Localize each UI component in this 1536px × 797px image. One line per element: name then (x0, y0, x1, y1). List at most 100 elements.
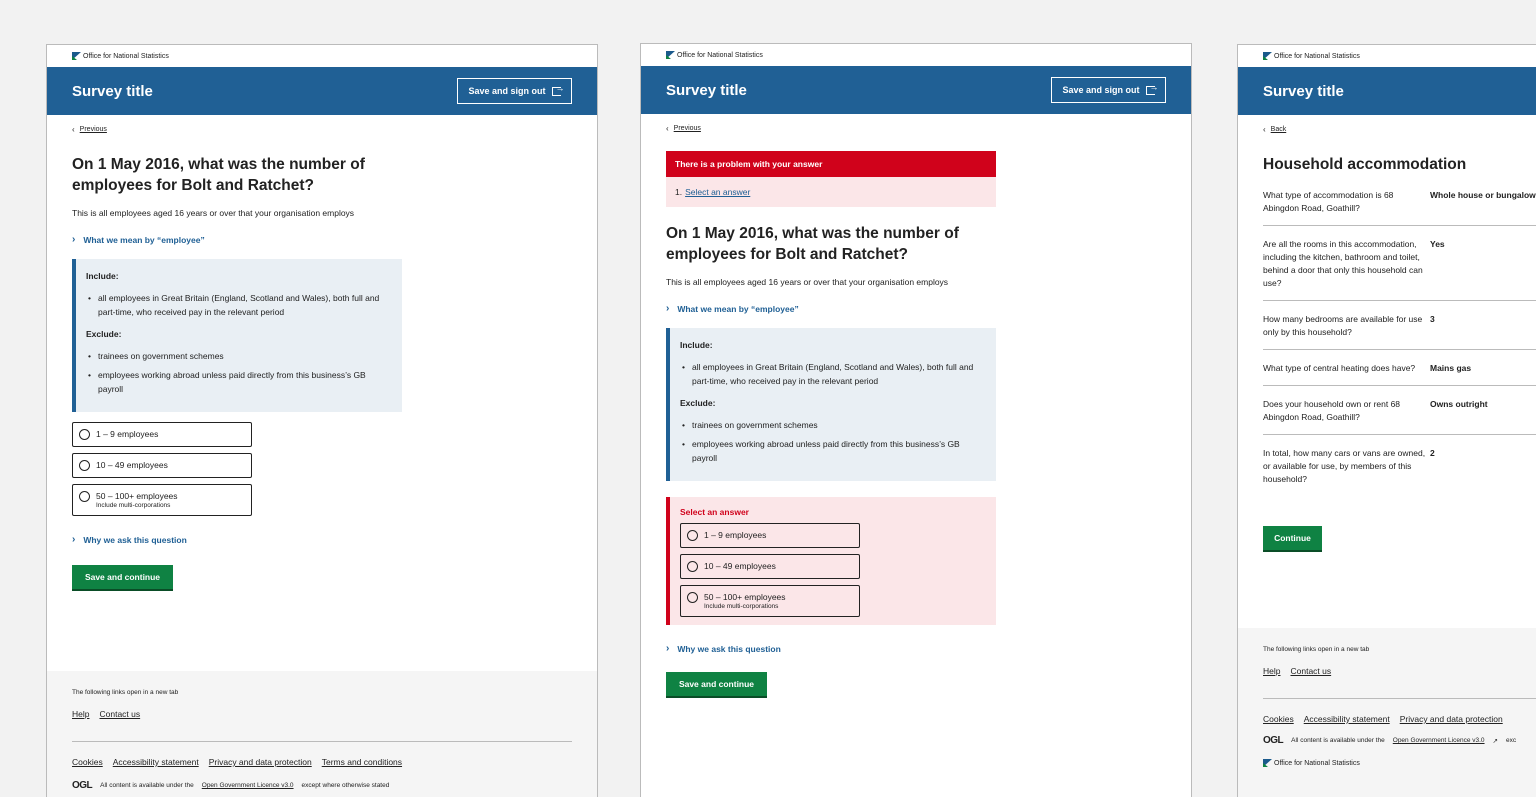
back-label: Back (1270, 126, 1287, 133)
summary-row: What type of accommodation is 68 Abingdo… (1263, 189, 1536, 226)
list-item: employees working abroad unless paid dir… (86, 368, 392, 396)
why-we-ask-label: Why we ask this question (677, 643, 781, 654)
list-item: trainees on government schemes (680, 418, 986, 432)
exit-icon (551, 83, 565, 96)
summary-answer: 2 (1430, 448, 1435, 458)
page-summary: Office for National Statistics Survey ti… (1237, 44, 1536, 797)
summary-row: Are all the rooms in this accommodation,… (1263, 238, 1536, 301)
ons-logo-icon (666, 51, 675, 59)
radio-option-50-100[interactable]: 50 – 100+ employees Include multi-corpor… (680, 585, 860, 617)
list-item: all employees in Great Britain (England,… (86, 291, 392, 319)
licence-link[interactable]: Open Government Licence v3.0 (1393, 737, 1485, 744)
radio-circle[interactable] (687, 561, 698, 572)
why-we-ask-toggle[interactable]: › Why we ask this question (72, 534, 572, 545)
save-and-sign-out-button[interactable]: Save and sign out (457, 78, 572, 104)
include-list: all employees in Great Britain (England,… (86, 291, 392, 319)
footer-legal-links: Cookies Accessibility statement Privacy … (72, 757, 572, 767)
licence-row: OGL All content is available under the O… (72, 780, 572, 791)
radio-label: 50 – 100+ employees (704, 592, 786, 602)
radio-option-10-49[interactable]: 10 – 49 employees (72, 453, 252, 478)
footer-primary-links: Help Contact us (72, 709, 572, 719)
save-and-continue-label: Save and continue (84, 572, 161, 582)
signout-label: Save and sign out (468, 86, 546, 96)
footer-divider (72, 741, 572, 742)
privacy-link[interactable]: Privacy and data protection (209, 757, 312, 767)
licence-link[interactable]: Open Government Licence v3.0 (202, 782, 294, 789)
exclude-heading: Exclude: (86, 329, 122, 339)
radio-label: 1 – 9 employees (704, 530, 767, 540)
licence-suffix: except where otherwise stated (301, 782, 390, 789)
new-tab-note: The following links open in a new tab (1263, 646, 1370, 653)
exclude-list: trainees on government schemes employees… (680, 418, 986, 465)
radio-circle[interactable] (79, 460, 90, 471)
ons-logo-text: Office for National Statistics (1274, 759, 1360, 767)
include-heading: Include: (86, 271, 119, 281)
summary-answer: Owns outright (1430, 399, 1488, 409)
details-employee-label: What we mean by “employee” (677, 303, 799, 314)
page-question: Office for National Statistics Survey ti… (46, 44, 598, 797)
survey-title: Survey title (666, 81, 747, 99)
chevron-right-icon: › (666, 643, 670, 654)
radio-circle[interactable] (79, 491, 90, 502)
accessibility-link[interactable]: Accessibility statement (113, 757, 199, 767)
exit-icon (1145, 82, 1159, 95)
ons-logo-text: Office for National Statistics (1274, 52, 1360, 60)
save-and-continue-button[interactable]: Save and continue (72, 565, 173, 591)
summary-question: What type of accommodation is 68 Abingdo… (1263, 190, 1394, 213)
cookies-link[interactable]: Cookies (1263, 714, 1294, 724)
radio-circle[interactable] (687, 592, 698, 603)
ons-logo[interactable]: Office for National Statistics (1238, 45, 1536, 67)
details-employee-toggle[interactable]: › What we mean by “employee” (666, 303, 1166, 314)
why-we-ask-toggle[interactable]: › Why we ask this question (666, 643, 1166, 654)
ons-logo[interactable]: Office for National Statistics (641, 44, 1191, 66)
help-link[interactable]: Help (1263, 666, 1280, 676)
radio-option-1-9[interactable]: 1 – 9 employees (72, 422, 252, 447)
summary-row: In total, how many cars or vans are owne… (1263, 447, 1536, 496)
summary-question: Are all the rooms in this accommodation,… (1263, 239, 1423, 288)
ons-logo-text: Office for National Statistics (83, 52, 169, 60)
header: Survey title Save and sign out (47, 67, 597, 115)
cookies-link[interactable]: Cookies (72, 757, 103, 767)
previous-link[interactable]: ‹ Previous (72, 125, 572, 134)
help-link[interactable]: Help (72, 709, 89, 719)
external-link-icon: ↗ (1492, 737, 1498, 745)
back-link[interactable]: ‹ Back (1263, 125, 1531, 134)
accessibility-link[interactable]: Accessibility statement (1304, 714, 1390, 724)
chevron-left-icon: ‹ (72, 125, 75, 134)
chevron-right-icon: › (72, 234, 76, 245)
error-summary: There is a problem with your answer 1. S… (666, 151, 996, 207)
radio-label: 10 – 49 employees (704, 561, 776, 571)
privacy-link[interactable]: Privacy and data protection (1400, 714, 1503, 724)
footer-ons-logo[interactable]: Office for National Statistics (1263, 752, 1531, 774)
summary-question: What type of central heating does have? (1263, 363, 1416, 373)
contact-us-link[interactable]: Contact us (99, 709, 140, 719)
radio-option-1-9[interactable]: 1 – 9 employees (680, 523, 860, 548)
page-question-error: Office for National Statistics Survey ti… (640, 43, 1192, 797)
radio-circle[interactable] (79, 429, 90, 440)
terms-link[interactable]: Terms and conditions (322, 757, 402, 767)
radio-sub-label: Include multi-corporations (96, 502, 171, 509)
summary-row: What type of central heating does have? … (1263, 362, 1536, 386)
radio-option-50-100[interactable]: 50 – 100+ employees Include multi-corpor… (72, 484, 252, 516)
continue-label: Continue (1274, 533, 1311, 543)
radio-circle[interactable] (687, 530, 698, 541)
licence-prefix: All content is available under the (1291, 737, 1385, 744)
ons-logo-text: Office for National Statistics (677, 51, 763, 59)
radio-label: 10 – 49 employees (96, 460, 168, 470)
continue-button[interactable]: Continue (1263, 526, 1322, 552)
ogl-logo: OGL (1263, 735, 1284, 746)
error-link[interactable]: Select an answer (685, 187, 750, 197)
radio-option-10-49[interactable]: 10 – 49 employees (680, 554, 860, 579)
contact-us-link[interactable]: Contact us (1290, 666, 1331, 676)
footer: The following links open in a new tab He… (1238, 628, 1536, 797)
summary-question: How many bedrooms are available for use … (1263, 314, 1423, 337)
include-heading: Include: (680, 340, 713, 350)
licence-suffix: exc (1506, 737, 1517, 744)
ons-logo[interactable]: Office for National Statistics (47, 45, 597, 67)
save-and-sign-out-button[interactable]: Save and sign out (1051, 77, 1166, 103)
include-list: all employees in Great Britain (England,… (680, 360, 986, 388)
save-and-continue-button[interactable]: Save and continue (666, 672, 767, 698)
error-summary-body: 1. Select an answer (666, 177, 996, 207)
previous-link[interactable]: ‹ Previous (666, 124, 1166, 133)
details-employee-toggle[interactable]: › What we mean by “employee” (72, 234, 572, 245)
